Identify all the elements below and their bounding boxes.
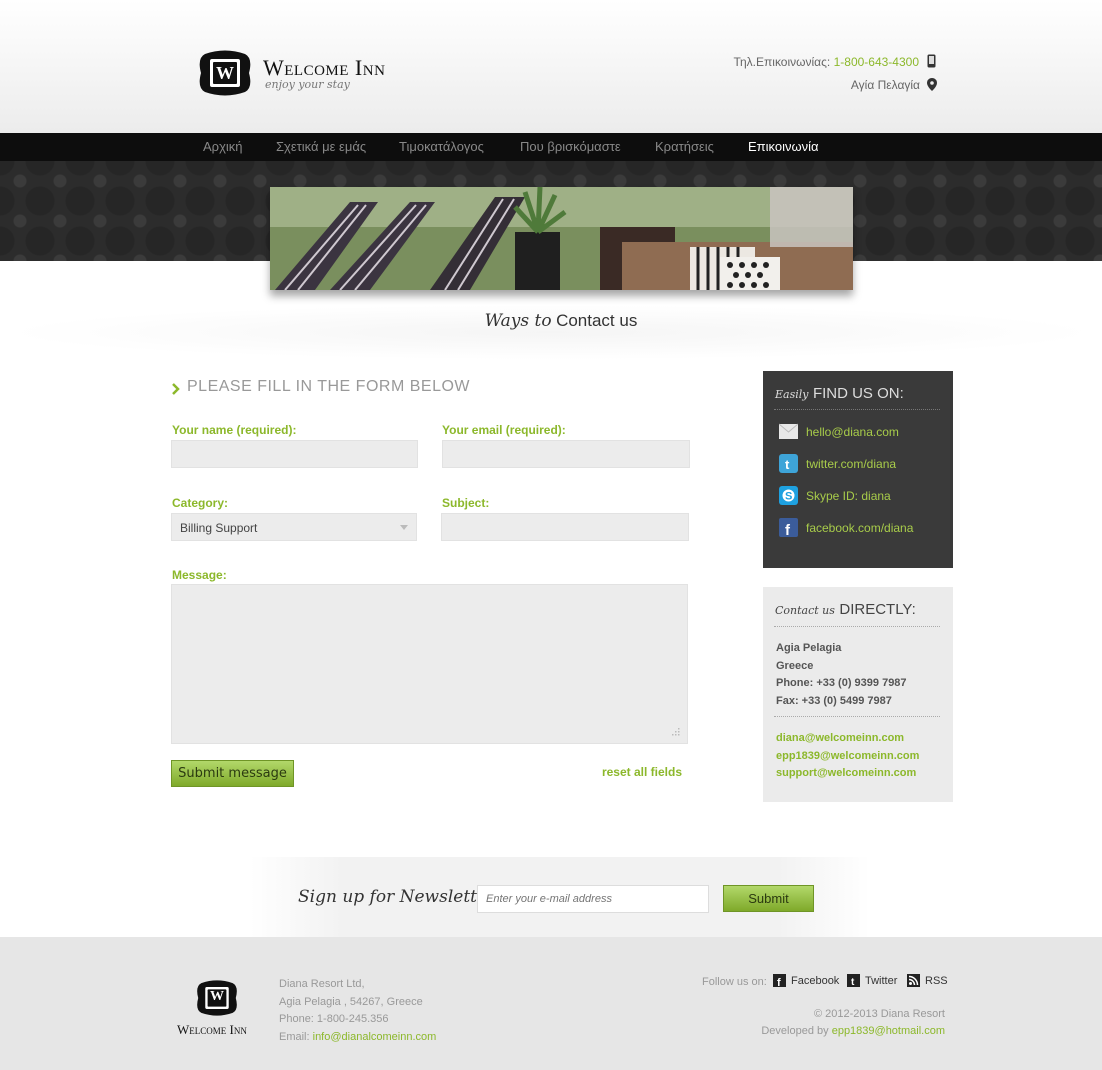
submit-message-button[interactable]: Submit message bbox=[171, 760, 294, 787]
message-textarea[interactable] bbox=[171, 584, 688, 744]
find-us-facebook[interactable]: facebook.com/diana bbox=[806, 521, 913, 535]
find-us-panel: Easily FIND US ON: hello@diana.com t twi… bbox=[763, 371, 953, 568]
contact-phone: Phone: +33 (0) 9399 7987 bbox=[776, 677, 907, 689]
email-input[interactable] bbox=[442, 440, 690, 468]
name-label: Your name (required): bbox=[172, 423, 297, 437]
footer-developed-by: Developed by epp1839@hotmail.com bbox=[720, 1025, 945, 1037]
twitter-icon: t bbox=[847, 974, 860, 987]
email-icon bbox=[779, 423, 798, 439]
footer-rss-link[interactable]: RSS bbox=[925, 975, 948, 987]
footer-email-label: Email: bbox=[279, 1030, 310, 1043]
chevron-right-icon bbox=[172, 383, 180, 395]
skype-icon: S bbox=[779, 486, 798, 505]
nav-item-prices[interactable]: Τιμοκατάλογος bbox=[399, 139, 484, 154]
logo-letter: W bbox=[216, 63, 234, 83]
contact-address-line: Greece bbox=[776, 659, 814, 672]
footer-logo[interactable]: W Welcome Inn bbox=[177, 980, 267, 1040]
footer-company-name: Diana Resort Ltd, bbox=[279, 978, 365, 990]
page-heading-script: Ways to bbox=[484, 311, 552, 331]
site-logo[interactable]: W Welcome Inn enjoy your stay bbox=[197, 50, 397, 96]
footer-email-line: Email: info@dianalcomeinn.com bbox=[279, 1029, 436, 1047]
contact-emails: diana@welcomeinn.com epp1839@welcomeinn.… bbox=[776, 730, 919, 783]
page-heading: Ways to Contact us bbox=[0, 311, 1102, 331]
footer-phone: Phone: 1-800-245.356 bbox=[279, 1013, 389, 1025]
subject-label: Subject: bbox=[442, 496, 490, 510]
footer-facebook-link[interactable]: Facebook bbox=[791, 975, 839, 987]
footer-developed-label: Developed by bbox=[761, 1025, 829, 1037]
message-label: Message: bbox=[172, 568, 227, 582]
category-label: Category: bbox=[172, 496, 229, 510]
contact-directly-title-script: Contact us bbox=[775, 604, 835, 617]
footer-developer-link[interactable]: epp1839@hotmail.com bbox=[832, 1025, 945, 1037]
facebook-icon: f bbox=[773, 974, 786, 987]
header bbox=[0, 0, 1102, 133]
header-location: Αγία Πελαγία bbox=[850, 78, 920, 92]
category-select-value: Billing Support bbox=[180, 521, 258, 535]
nav-item-location[interactable]: Που βρισκόμαστε bbox=[520, 139, 621, 154]
find-us-email[interactable]: hello@diana.com bbox=[806, 425, 899, 439]
chevron-down-icon bbox=[400, 525, 408, 530]
footer-company-info: Diana Resort Ltd, Agia Pelagia , 54267, … bbox=[279, 976, 436, 1046]
name-input[interactable] bbox=[171, 440, 418, 468]
find-us-skype[interactable]: Skype ID: diana bbox=[806, 489, 891, 503]
rss-icon bbox=[907, 974, 920, 987]
footer-twitter-link[interactable]: Twitter bbox=[865, 975, 897, 987]
page-heading-main: Contact us bbox=[556, 311, 638, 330]
resize-handle-icon[interactable] bbox=[670, 726, 680, 736]
svg-text:S: S bbox=[785, 491, 792, 503]
footer-logo-title: Welcome Inn bbox=[177, 1022, 247, 1037]
footer-copyright: © 2012-2013 Diana Resort bbox=[813, 1008, 945, 1020]
logo-tagline: enjoy your stay bbox=[265, 78, 350, 91]
contact-divider-top bbox=[774, 626, 940, 627]
phone-label: Τηλ.Επικοινωνίας: bbox=[733, 55, 831, 69]
footer-email-link[interactable]: info@dianalcomeinn.com bbox=[313, 1031, 437, 1043]
reset-fields-link[interactable]: reset all fields bbox=[560, 765, 682, 779]
contact-email-link[interactable]: epp1839@welcomeinn.com bbox=[776, 748, 919, 766]
category-select[interactable]: Billing Support bbox=[171, 513, 417, 541]
contact-address: Agia Pelagia Greece Phone: +33 (0) 9399 … bbox=[776, 640, 907, 710]
find-us-divider bbox=[774, 409, 940, 410]
form-title: PLEASE FILL IN THE FORM BELOW bbox=[187, 378, 471, 395]
contact-directly-title-main: DIRECTLY: bbox=[839, 601, 916, 618]
find-us-title-main: FIND US ON: bbox=[812, 385, 904, 402]
newsletter-submit-button[interactable]: Submit bbox=[723, 885, 814, 912]
footer bbox=[0, 937, 1102, 1070]
twitter-icon: t bbox=[779, 454, 798, 473]
contact-address-line: Agia Pelagia bbox=[776, 642, 842, 654]
contact-fax: Fax: +33 (0) 5499 7987 bbox=[776, 694, 892, 707]
nav-item-bookings[interactable]: Κρατήσεις bbox=[655, 139, 714, 154]
phone-icon bbox=[927, 54, 936, 68]
header-phone: Τηλ.Επικοινωνίας: 1-800-643-4300 bbox=[700, 55, 919, 69]
hero-image bbox=[270, 187, 853, 290]
newsletter-title: Sign up for Newsletter: bbox=[298, 887, 501, 907]
newsletter-email-input[interactable] bbox=[477, 885, 709, 913]
contact-directly-title: Contact us DIRECTLY: bbox=[775, 601, 916, 619]
contact-directly-panel: Contact us DIRECTLY: Agia Pelagia Greece… bbox=[763, 587, 953, 802]
svg-text:f: f bbox=[777, 977, 781, 987]
nav-item-home[interactable]: Αρχική bbox=[203, 139, 243, 154]
email-label: Your email (required): bbox=[442, 423, 566, 437]
footer-logo-letter: W bbox=[210, 989, 224, 1004]
facebook-icon: f bbox=[779, 518, 798, 537]
find-us-title-script: Easily bbox=[775, 388, 809, 401]
nav-item-contact[interactable]: Επικοινωνία bbox=[748, 139, 819, 154]
find-us-title: Easily FIND US ON: bbox=[775, 385, 904, 403]
find-us-twitter[interactable]: twitter.com/diana bbox=[806, 457, 896, 471]
phone-number[interactable]: 1-800-643-4300 bbox=[834, 55, 919, 69]
nav-item-about[interactable]: Σχετικά με εμάς bbox=[276, 139, 366, 154]
footer-address: Agia Pelagia , 54267, Greece bbox=[279, 995, 423, 1008]
follow-us-label: Follow us on: bbox=[702, 976, 767, 988]
contact-divider-bottom bbox=[774, 716, 940, 717]
svg-text:t: t bbox=[785, 457, 790, 472]
contact-email-link[interactable]: diana@welcomeinn.com bbox=[776, 730, 919, 748]
map-pin-icon bbox=[927, 78, 937, 91]
subject-input[interactable] bbox=[441, 513, 689, 541]
contact-email-link[interactable]: support@welcomeinn.com bbox=[776, 765, 919, 783]
